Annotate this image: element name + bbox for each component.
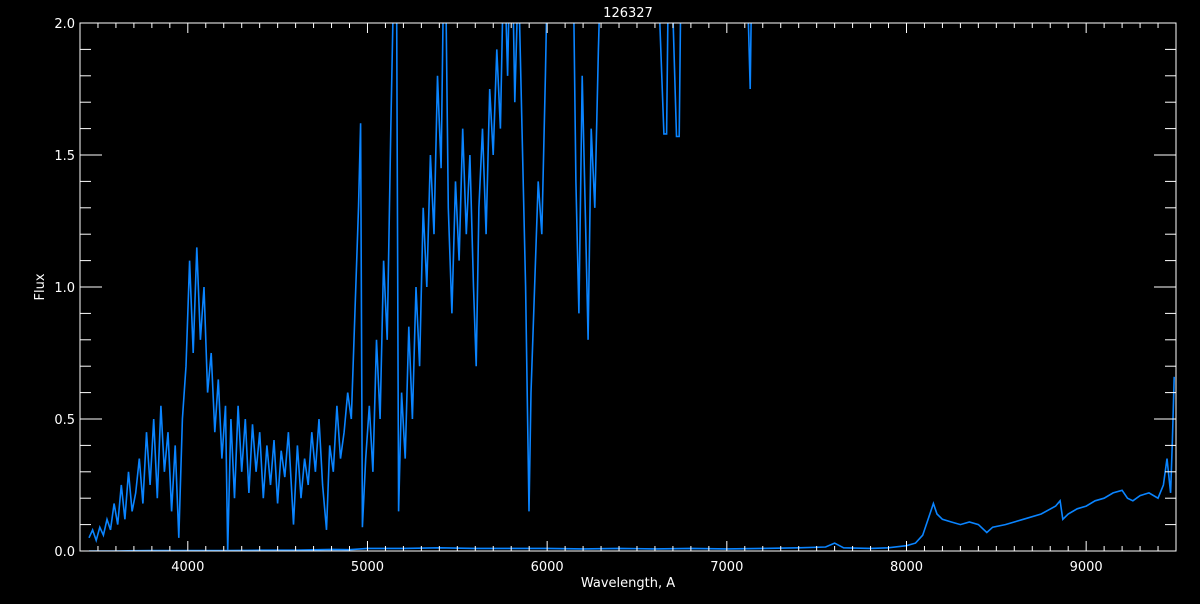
- spectrum-chart: 126327 Wavelength, A Flux 4000 5000 6000 70…: [33, 6, 1177, 591]
- x-tick-label: 6000: [531, 560, 564, 575]
- y-tick-label: 1.5: [54, 149, 75, 164]
- x-tick-label: 9000: [1070, 560, 1103, 575]
- plot-frame: [79, 22, 1177, 552]
- x-tick-label: 4000: [171, 560, 204, 575]
- spectrum-series-0: [88, 23, 752, 551]
- y-axis-label: Flux: [33, 273, 48, 300]
- x-tick-label: 7000: [710, 560, 743, 575]
- chart-title: 126327: [603, 6, 653, 21]
- y-tick-label: 2.0: [54, 17, 75, 32]
- y-tick-label: 0.0: [54, 545, 75, 560]
- y-tick-label: 1.0: [54, 281, 75, 296]
- x-tick-label: 8000: [890, 560, 923, 575]
- x-tick-label: 5000: [351, 560, 384, 575]
- x-axis-label: Wavelength, A: [581, 576, 675, 591]
- y-tick-label: 0.5: [54, 413, 75, 428]
- spectrum-series-1: [89, 376, 1175, 551]
